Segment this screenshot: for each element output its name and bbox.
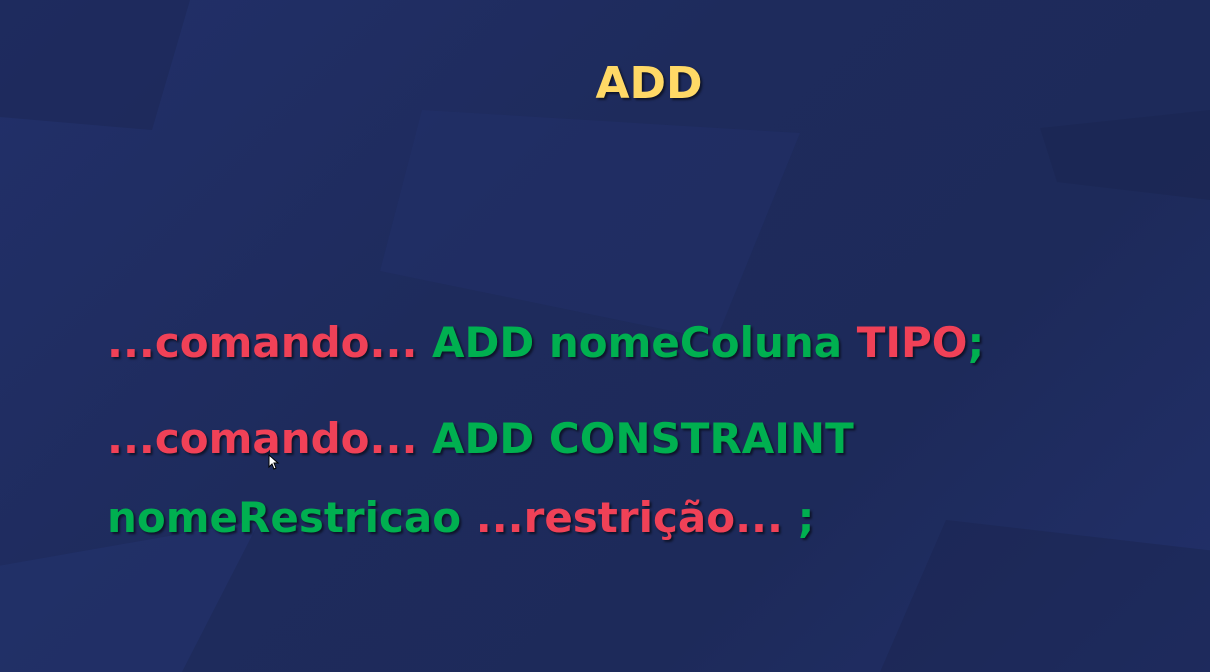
- mouse-pointer-icon: [268, 454, 280, 470]
- constraint-name: nomeRestricao: [107, 493, 462, 542]
- command-placeholder: ...comando...: [107, 318, 418, 367]
- add-constraint-keyword: ADD CONSTRAINT: [432, 414, 854, 463]
- add-column-keyword: ADD nomeColuna: [432, 318, 843, 367]
- syntax-line-add-column: ...comando... ADD nomeColuna TIPO;: [107, 318, 984, 367]
- semicolon: ;: [967, 318, 985, 367]
- semicolon: ;: [797, 493, 815, 542]
- slide-title: ADD: [595, 58, 703, 109]
- background-shape: [1040, 110, 1210, 200]
- syntax-line-constraint-name: nomeRestricao ...restrição... ;: [107, 493, 814, 542]
- command-placeholder: ...comando...: [107, 414, 418, 463]
- background-shape: [380, 110, 800, 340]
- type-placeholder: TIPO: [856, 318, 968, 367]
- restriction-placeholder: ...restrição...: [475, 493, 783, 542]
- background-shape: [880, 520, 1210, 672]
- syntax-line-add-constraint: ...comando... ADD CONSTRAINT: [107, 414, 854, 463]
- background-shape: [0, 520, 260, 672]
